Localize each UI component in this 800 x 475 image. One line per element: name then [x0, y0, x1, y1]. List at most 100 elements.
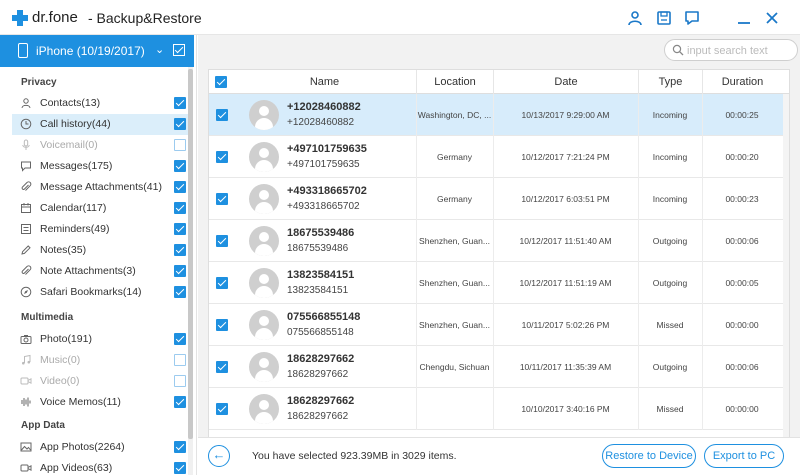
table-row[interactable]: 13823584151 13823584151 Shenzhen, Guan... 1… [209, 262, 789, 304]
sidebar-item-checkbox[interactable] [174, 97, 186, 109]
search-input[interactable] [687, 43, 791, 58]
select-all-checkbox[interactable] [215, 76, 227, 88]
sidebar-item-label: Contacts(13) [40, 97, 101, 109]
row-checkbox[interactable] [216, 151, 228, 163]
device-label: iPhone (10/19/2017) [36, 44, 145, 58]
sidebar-item-checkbox[interactable] [174, 160, 186, 172]
cell-location: Shenzhen, Guan... [419, 320, 490, 330]
header-date[interactable]: Date [493, 70, 638, 94]
sidebar-item[interactable]: Notes(35) [12, 240, 188, 261]
cell-location: Chengdu, Sichuan [419, 362, 490, 372]
sidebar-item[interactable]: Photo(191) [12, 329, 188, 350]
paperclip-icon [20, 181, 32, 193]
cell-date: 10/12/2017 11:51:40 AM [519, 236, 612, 246]
avatar-icon [249, 310, 279, 340]
sidebar-item[interactable]: Voice Memos(11) [12, 392, 188, 413]
chat-icon[interactable] [684, 10, 700, 26]
sidebar-item[interactable]: Calendar(117) [12, 198, 188, 219]
export-to-pc-button[interactable]: Export to PC [704, 444, 784, 468]
paperclip-icon [20, 265, 32, 277]
sidebar-item[interactable]: Music(0) [12, 350, 188, 371]
sidebar-scrollbar-thumb[interactable] [188, 69, 193, 439]
sidebar-item-label: App Photos(2264) [40, 441, 125, 453]
row-checkbox[interactable] [216, 235, 228, 247]
sidebar-item-label: Note Attachments(3) [40, 265, 136, 277]
cell-date: 10/12/2017 11:51:19 AM [519, 278, 612, 288]
close-icon[interactable] [764, 10, 780, 26]
sidebar-item[interactable]: Message Attachments(41) [12, 177, 188, 198]
cell-date: 10/13/2017 9:29:00 AM [521, 110, 610, 120]
bottom-bar: ← You have selected 923.39MB in 3029 ite… [198, 437, 800, 475]
cell-date: 10/11/2017 11:35:39 AM [519, 362, 612, 372]
sidebar-item-label: Message Attachments(41) [40, 181, 162, 193]
restore-to-device-button[interactable]: Restore to Device [602, 444, 696, 468]
table-scrollbar[interactable] [783, 94, 789, 460]
user-icon[interactable] [627, 10, 643, 26]
cell-location: Washington, DC, ... [417, 110, 492, 120]
row-checkbox[interactable] [216, 277, 228, 289]
sidebar-item-checkbox[interactable] [174, 139, 186, 151]
sidebar-item[interactable]: Call history(44) [12, 114, 188, 135]
sidebar-item[interactable]: Video(0) [12, 371, 188, 392]
sidebar-item-checkbox[interactable] [174, 333, 186, 345]
sidebar-item-checkbox[interactable] [174, 181, 186, 193]
sidebar-item-checkbox[interactable] [174, 223, 186, 235]
table-row[interactable]: +493318665702 +493318665702 Germany 10/12/2… [209, 178, 789, 220]
sidebar-item[interactable]: Note Attachments(3) [12, 261, 188, 282]
sidebar-item-checkbox[interactable] [174, 118, 186, 130]
save-icon[interactable] [656, 10, 672, 26]
table-row[interactable]: 18675539486 18675539486 Shenzhen, Guan... 1… [209, 220, 789, 262]
avatar-icon [249, 142, 279, 172]
search-icon [672, 44, 684, 56]
row-checkbox[interactable] [216, 361, 228, 373]
sidebar-item-checkbox[interactable] [174, 286, 186, 298]
avatar-icon [249, 394, 279, 424]
header-type[interactable]: Type [638, 70, 702, 94]
table-row[interactable]: +12028460882 +12028460882 Washington, DC, … [209, 94, 789, 136]
table-row[interactable]: 075566855148 075566855148 Shenzhen, Guan..… [209, 304, 789, 346]
chevron-down-icon[interactable]: ⌄ [155, 43, 164, 56]
minimize-icon[interactable] [736, 10, 752, 26]
sidebar-item-checkbox[interactable] [174, 462, 186, 474]
header-name[interactable]: Name [233, 70, 416, 94]
main-panel: Name Location Date Type Duration +120284… [198, 35, 800, 475]
music-icon [20, 354, 32, 366]
device-selector[interactable]: iPhone (10/19/2017) ⌄ [0, 35, 194, 67]
contact-name: 18628297662 [287, 353, 355, 365]
table-row[interactable]: 18628297662 18628297662 Chengdu, Sichuan 10… [209, 346, 789, 388]
sidebar-item[interactable]: Contacts(13) [12, 93, 188, 114]
row-checkbox[interactable] [216, 109, 228, 121]
sidebar-item-checkbox[interactable] [174, 354, 186, 366]
header-location[interactable]: Location [416, 70, 493, 94]
contact-number: +493318665702 [287, 201, 360, 212]
row-checkbox[interactable] [216, 319, 228, 331]
sidebar-item-checkbox[interactable] [174, 202, 186, 214]
contact-number: 18675539486 [287, 243, 349, 254]
table-row[interactable]: +497101759635 +497101759635 Germany 10/12/2… [209, 136, 789, 178]
row-checkbox[interactable] [216, 403, 228, 415]
sidebar-item-label: Reminders(49) [40, 223, 110, 235]
device-checkbox[interactable] [173, 44, 185, 56]
contact-name: 13823584151 [287, 269, 355, 281]
sidebar-item[interactable]: Voicemail(0) [12, 135, 188, 156]
sidebar-item[interactable]: App Videos(63) [12, 458, 188, 475]
sidebar-item-checkbox[interactable] [174, 441, 186, 453]
sidebar-item-label: Video(0) [40, 375, 80, 387]
sidebar-item-checkbox[interactable] [174, 375, 186, 387]
avatar-icon [249, 352, 279, 382]
sidebar-item[interactable]: App Photos(2264) [12, 437, 188, 458]
row-checkbox[interactable] [216, 193, 228, 205]
table-row[interactable]: 18628297662 18628297662 10/10/2017 3:40:16… [209, 388, 789, 430]
message-icon [20, 160, 32, 172]
sidebar-item-checkbox[interactable] [174, 244, 186, 256]
header-duration[interactable]: Duration [702, 70, 782, 94]
sidebar-item[interactable]: Safari Bookmarks(14) [12, 282, 188, 303]
search-box[interactable] [664, 39, 798, 61]
phone-icon [18, 43, 28, 58]
clock-icon [20, 118, 32, 130]
sidebar-item-checkbox[interactable] [174, 396, 186, 408]
back-arrow-icon[interactable]: ← [208, 445, 230, 467]
sidebar-item[interactable]: Messages(175) [12, 156, 188, 177]
sidebar-item[interactable]: Reminders(49) [12, 219, 188, 240]
sidebar-item-checkbox[interactable] [174, 265, 186, 277]
